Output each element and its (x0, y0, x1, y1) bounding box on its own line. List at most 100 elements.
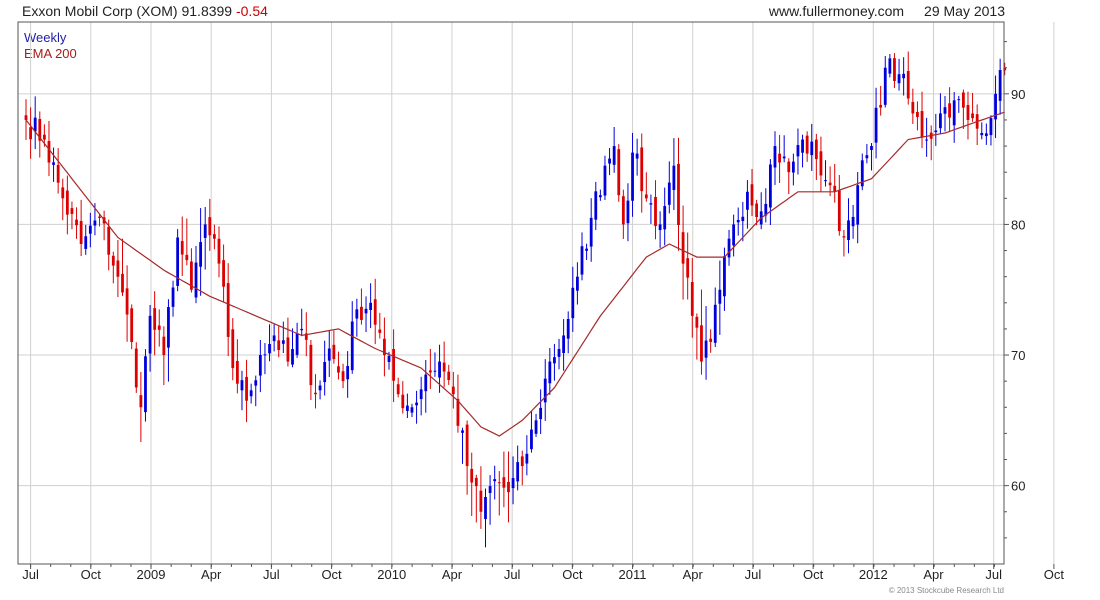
candle (801, 134, 804, 168)
candle (576, 262, 579, 305)
candle-body (598, 195, 602, 198)
candle-body (718, 289, 722, 304)
candle (134, 342, 138, 393)
candle-body (980, 133, 984, 136)
candle-body (502, 477, 506, 488)
candle-body (700, 325, 703, 362)
candle (989, 115, 993, 146)
candle-body (479, 490, 483, 512)
candle (79, 199, 83, 257)
x-tick-label: Jul (263, 567, 280, 582)
candle-body (111, 255, 115, 266)
candle (626, 183, 630, 242)
candle (686, 232, 690, 300)
candle (493, 465, 497, 500)
candle (309, 340, 313, 401)
candle (212, 224, 216, 250)
candle (612, 126, 616, 173)
candle (658, 211, 662, 248)
candle (608, 148, 611, 176)
plot-frame (17, 21, 1005, 565)
candle (787, 158, 791, 195)
candle-body (323, 362, 327, 383)
x-tick-label: Apr (201, 567, 222, 582)
candle-body (378, 329, 382, 333)
candle-body (360, 306, 363, 320)
candle (125, 265, 129, 342)
candle-body (373, 299, 377, 325)
candle (405, 393, 409, 419)
candle-body (810, 141, 814, 156)
candle-body (144, 356, 147, 413)
candle-body (465, 424, 469, 467)
candle (507, 451, 510, 523)
candle (295, 322, 299, 358)
candle (516, 445, 520, 491)
candle (525, 435, 529, 476)
candle (84, 224, 88, 255)
candle-body (791, 161, 795, 173)
x-tick-label: 2011 (619, 567, 647, 582)
candle (796, 128, 800, 175)
candle (920, 91, 924, 149)
candle-body (649, 203, 653, 205)
candle-body (957, 99, 961, 101)
candle (157, 309, 161, 347)
candle (902, 57, 906, 96)
candle-body (56, 164, 60, 183)
candle (378, 312, 382, 339)
candle (217, 226, 221, 278)
candle-body (617, 149, 621, 196)
candle-body (456, 398, 460, 426)
candle-body (107, 226, 111, 255)
candle-body (782, 156, 786, 159)
candle (695, 313, 699, 360)
candle-body (837, 190, 841, 232)
candle-body (263, 354, 267, 356)
candle-body (626, 200, 630, 224)
candle-body (75, 219, 78, 226)
candle (819, 136, 823, 193)
candle (268, 324, 271, 362)
x-tick-label: Oct (803, 567, 824, 582)
candle (543, 359, 547, 421)
candle (805, 131, 809, 162)
candle (249, 383, 253, 404)
candle-body (773, 146, 777, 168)
candle-body (695, 316, 699, 328)
candle-body (139, 395, 143, 408)
candle-body (245, 376, 248, 401)
candle-body (281, 340, 285, 344)
candle-body (277, 340, 281, 351)
candle-body (948, 103, 951, 118)
candle-body (961, 92, 965, 108)
candlestick-series (24, 51, 1007, 548)
candle-body (879, 104, 883, 108)
candle-body (796, 145, 800, 157)
candle-body (194, 262, 198, 298)
candle-body (971, 113, 974, 119)
candle (116, 239, 120, 298)
x-tick-label: Jul (504, 567, 521, 582)
candle-body (199, 242, 203, 267)
candle-body (925, 139, 929, 141)
candle-body (819, 151, 823, 176)
candle-body (29, 127, 32, 140)
candle-body (911, 101, 915, 114)
candle-body (341, 371, 345, 382)
price-chart: 60 70 80 90 Jul Oct 2009 Apr Jul Oct 2010 Apr Jul Oct… (17, 21, 1100, 582)
candle-body (686, 258, 690, 278)
candle-body (902, 73, 906, 79)
candle-body (327, 348, 331, 361)
candle-body (162, 336, 166, 356)
candle-body (484, 496, 487, 520)
candle (488, 475, 492, 525)
candle (318, 380, 322, 400)
candle (621, 189, 625, 239)
candle (433, 352, 437, 377)
candle-body (842, 236, 846, 238)
candle-body (654, 196, 657, 226)
x-tick-label: Jul (745, 567, 762, 582)
candle (231, 318, 235, 381)
candle (952, 91, 956, 143)
